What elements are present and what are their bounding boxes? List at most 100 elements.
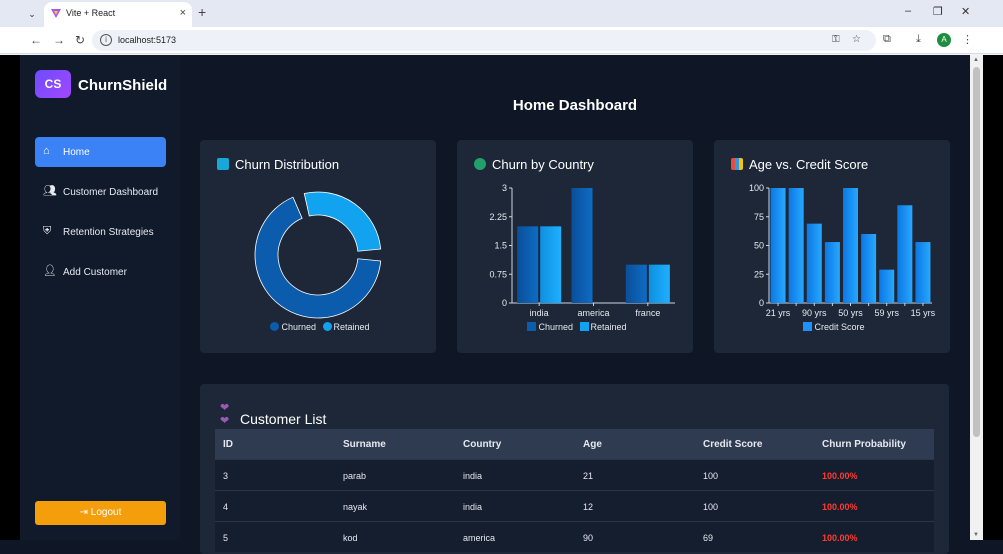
download-icon[interactable]: ⤓ — [916, 33, 921, 46]
cell-credit-score: 100 — [703, 471, 719, 481]
menu-kebab-icon[interactable]: ⋮ — [962, 33, 973, 46]
customer-list-title-text: Customer List — [240, 411, 327, 427]
browser-chrome: ⌄ Vite + React × + – ❐ ✕ ← → ↻ i localho… — [0, 0, 1003, 55]
cell-credit-score: 100 — [703, 502, 719, 512]
users-icon: 👥︎ — [43, 185, 57, 197]
cell-churn-probability: 100.00% — [822, 471, 858, 481]
bar-21 yrs-credit-score — [770, 188, 786, 303]
sidebar-item-label: Home — [63, 147, 90, 158]
legend-swatch-credit-score — [803, 322, 813, 331]
tab-title: Vite + React — [66, 8, 116, 18]
logout-button[interactable]: ⇥ Logout — [35, 501, 166, 525]
y-tick-label: 0 — [502, 298, 507, 308]
brand-name: ChurnShield — [78, 77, 168, 94]
home-icon: ⌂ — [43, 145, 50, 157]
site-info-icon[interactable]: i — [100, 34, 112, 46]
y-tick-label: 100 — [749, 183, 764, 193]
x-tick-label: france — [635, 308, 660, 318]
table-row[interactable]: 4 nayak india 12 100 100.00% — [215, 490, 934, 521]
page-title: Home Dashboard — [512, 97, 638, 114]
cell-churn-probability: 100.00% — [822, 502, 858, 512]
address-bar[interactable]: i localhost:5173 ⚿ ☆ — [92, 30, 876, 51]
bookmark-star-icon[interactable]: ☆ — [852, 34, 861, 45]
age-legend: Credit Score — [714, 322, 950, 332]
tab-close-icon[interactable]: × — [180, 7, 186, 19]
donut-chart — [254, 191, 382, 319]
y-tick-label: 75 — [754, 212, 764, 222]
sidebar: CS ChurnShield ⌂ Home 👥︎ Customer Dashbo… — [20, 55, 180, 540]
bar-50 yrs-credit-score — [843, 188, 858, 303]
cell-age: 21 — [583, 471, 594, 481]
legend-retained: Retained — [333, 322, 370, 332]
bar-cat5-credit-score — [861, 234, 877, 303]
y-tick-label: 1.5 — [494, 241, 507, 251]
minimize-icon[interactable]: – — [905, 5, 911, 17]
customer-table: ID Surname Country Age Credit Score Chur… — [215, 429, 934, 552]
sidebar-item-add-customer[interactable]: 👤︎ Add Customer — [35, 257, 166, 287]
scrollbar-thumb[interactable] — [973, 67, 980, 437]
cell-age: 90 — [583, 533, 594, 543]
cell-id: 3 — [223, 471, 229, 481]
shield-icon: ⛨ — [43, 225, 52, 237]
right-gutter — [983, 55, 1003, 540]
customer-list-card: ❤❤ Customer List ID Surname Country Age C… — [200, 384, 949, 554]
y-tick-label: 0.75 — [489, 269, 507, 279]
password-key-icon[interactable]: ⚿ — [832, 34, 840, 45]
bar-india-retained — [540, 226, 562, 303]
restore-icon[interactable]: ❐ — [933, 5, 943, 18]
age-bar-chart: 0 25 50 75 100 21 yrs 90 yrs 50 yrs 59 yrs 15 yrs — [749, 183, 936, 318]
col-surname[interactable]: Surname — [343, 439, 386, 450]
table-row[interactable]: 5 kod america 90 69 100.00% — [215, 521, 934, 552]
customer-list-title: ❤❤ Customer List — [220, 401, 326, 427]
donut-legend: Churned Retained — [200, 322, 436, 332]
col-credit-score[interactable]: Credit Score — [703, 439, 762, 450]
col-age[interactable]: Age — [583, 439, 602, 450]
x-tick-label: 15 yrs — [911, 308, 936, 318]
table-row[interactable]: 3 parab india 21 100 100.00% — [215, 459, 934, 490]
card-title-text: Age vs. Credit Score — [749, 157, 869, 172]
sidebar-item-retention-strategies[interactable]: ⛨ Retention Strategies — [35, 217, 166, 247]
x-tick-label: 59 yrs — [874, 308, 899, 318]
bar-cat3-credit-score — [824, 242, 840, 303]
globe-icon — [474, 158, 486, 170]
cell-age: 12 — [583, 502, 594, 512]
new-tab-button[interactable]: + — [198, 4, 206, 20]
tab-search-icon[interactable]: ⌄ — [24, 6, 40, 22]
cell-id: 5 — [223, 533, 229, 543]
scroll-down-icon[interactable]: ▼ — [973, 532, 979, 538]
browser-tab[interactable]: Vite + React × — [44, 2, 192, 27]
sidebar-item-home[interactable]: ⌂ Home — [35, 137, 166, 167]
bar-90 yrs-credit-score — [806, 223, 822, 303]
col-id[interactable]: ID — [223, 439, 233, 450]
reload-icon[interactable]: ↻ — [75, 33, 85, 47]
y-tick-label: 25 — [754, 269, 764, 279]
extensions-icon[interactable]: ⧉ — [883, 33, 891, 46]
age-vs-credit-card: Age vs. Credit Score 0 25 50 75 100 21 yrs 90 … — [714, 140, 950, 353]
col-country[interactable]: Country — [463, 439, 501, 450]
donut-slice-retained — [303, 191, 382, 252]
legend-retained: Retained — [590, 322, 627, 332]
sidebar-item-customer-dashboard[interactable]: 👥︎ Customer Dashboard — [35, 177, 166, 207]
back-icon[interactable]: ← — [30, 33, 42, 47]
x-tick-label: 90 yrs — [802, 308, 827, 318]
col-churn-probability[interactable]: Churn Probability — [822, 439, 906, 450]
x-tick-label: america — [577, 308, 609, 318]
table-header: ID Surname Country Age Credit Score Chur… — [215, 429, 934, 459]
url-text: localhost:5173 — [118, 35, 177, 45]
page-scrollbar[interactable]: ▲ ▼ — [970, 55, 983, 540]
card-title: Churn by Country — [474, 157, 594, 172]
y-tick-label: 50 — [754, 241, 764, 251]
cell-id: 4 — [223, 502, 229, 512]
logout-icon: ⇥ — [79, 507, 91, 518]
logout-label: Logout — [90, 507, 122, 518]
legend-swatch-churned — [270, 322, 280, 331]
country-legend: Churned Retained — [457, 322, 693, 332]
card-title: Age vs. Credit Score — [731, 157, 868, 172]
left-gutter — [0, 55, 20, 540]
forward-icon[interactable]: → — [53, 33, 65, 47]
profile-avatar[interactable]: A — [937, 33, 951, 47]
window-close-icon[interactable]: ✕ — [961, 5, 970, 18]
scroll-up-icon[interactable]: ▲ — [973, 57, 979, 63]
bar-cat1-credit-score — [788, 188, 804, 303]
legend-swatch-retained — [322, 322, 332, 331]
